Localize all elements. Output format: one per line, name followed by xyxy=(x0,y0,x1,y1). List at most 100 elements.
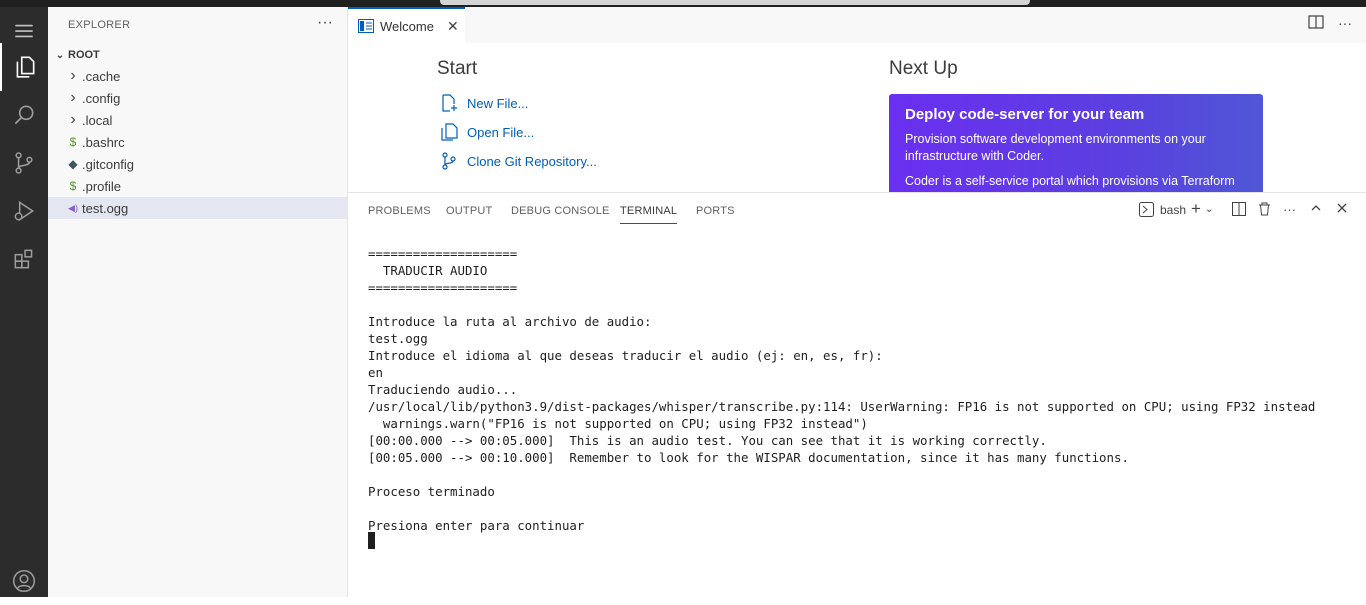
explorer-view-button[interactable] xyxy=(0,43,48,91)
tree-item[interactable]: ◀) test.ogg xyxy=(48,197,347,219)
trash-icon xyxy=(1259,202,1270,216)
welcome-page: Start New File... Open File... Clone Git… xyxy=(348,43,1366,192)
terminal-more-actions-button[interactable]: ··· xyxy=(1283,202,1296,217)
tree-item[interactable]: $ .bashrc xyxy=(48,131,347,153)
chevron-right-icon: › xyxy=(70,111,76,128)
root-folder-header[interactable]: ⌄ ROOT xyxy=(52,45,100,65)
terminal-line: test.ogg xyxy=(368,331,428,346)
maximize-panel-button[interactable] xyxy=(1310,202,1322,214)
terminal-line: TRADUCIR AUDIO xyxy=(368,263,488,278)
accounts-button[interactable] xyxy=(0,557,48,605)
hamburger-menu-icon xyxy=(15,24,33,38)
tree-item-label: .gitconfig xyxy=(82,156,135,172)
new-file-label: New File... xyxy=(467,95,529,111)
next-up-heading: Next Up xyxy=(889,58,958,79)
close-icon xyxy=(1337,203,1347,213)
chevron-up-icon xyxy=(1311,205,1321,211)
start-heading: Start xyxy=(437,58,478,79)
tree-item[interactable]: $ .profile xyxy=(48,175,347,197)
welcome-icon xyxy=(358,19,374,33)
split-editor-icon[interactable] xyxy=(1308,15,1324,32)
open-file-link[interactable]: Open File... xyxy=(440,121,534,143)
extensions-view-button[interactable] xyxy=(0,235,48,283)
tree-item-label: .local xyxy=(82,112,113,128)
terminal-line: Traduciendo audio... xyxy=(368,382,518,397)
shell-file-icon: $ xyxy=(69,179,77,193)
editor-tab-bar: Welcome ✕ ··· xyxy=(348,7,1366,43)
explorer-sidebar: EXPLORER ··· ⌄ ROOT › .cache › .config › .loc… xyxy=(48,7,348,597)
tree-item-label: .bashrc xyxy=(82,134,125,150)
clone-repo-link[interactable]: Clone Git Repository... xyxy=(440,150,597,172)
chevron-down-icon: ⌄ xyxy=(1204,203,1214,215)
terminal-icon xyxy=(1139,202,1154,217)
terminal-line: Proceso terminado xyxy=(368,484,495,499)
tab-debug-console[interactable]: DEBUG CONSOLE xyxy=(511,205,610,217)
tab-problems[interactable]: PROBLEMS xyxy=(368,205,431,217)
tree-item[interactable]: ◆ .gitconfig xyxy=(48,153,347,175)
account-icon xyxy=(12,569,36,593)
split-terminal-button[interactable] xyxy=(1232,202,1246,216)
new-file-link[interactable]: New File... xyxy=(440,92,528,114)
open-file-icon xyxy=(441,123,458,141)
activity-bar xyxy=(0,7,48,597)
source-control-icon xyxy=(15,152,33,174)
close-icon[interactable]: ✕ xyxy=(447,18,459,35)
terminal-line: Introduce el idioma al que deseas traduc… xyxy=(368,348,883,363)
terminal-line: [00:05.000 --> 00:10.000] Remember to lo… xyxy=(368,450,1129,465)
tree-item-label: .profile xyxy=(82,178,122,194)
files-icon xyxy=(16,56,35,78)
tree-item[interactable]: › .cache xyxy=(48,65,347,87)
close-panel-button[interactable] xyxy=(1336,202,1348,214)
window-top-strip xyxy=(0,0,1366,7)
audio-file-icon: ◀) xyxy=(68,202,78,213)
tab-welcome[interactable]: Welcome ✕ xyxy=(348,7,465,43)
root-folder-label: ROOT xyxy=(68,49,100,61)
shell-file-icon: $ xyxy=(69,135,77,149)
terminal-shell-label: bash xyxy=(1160,202,1187,217)
terminal-cursor xyxy=(368,532,375,549)
more-actions-icon: ··· xyxy=(1283,202,1296,217)
terminal-line: warnings.warn("FP16 is not supported on … xyxy=(368,416,868,431)
terminal-line: ==================== xyxy=(368,280,518,295)
extensions-icon xyxy=(14,249,33,269)
tree-item[interactable]: › .config xyxy=(48,87,347,109)
kill-terminal-button[interactable] xyxy=(1258,202,1271,216)
terminal-line: en xyxy=(368,365,383,380)
tab-label: Welcome xyxy=(380,18,434,34)
terminal-selector[interactable]: bash xyxy=(1139,202,1186,217)
coder-promo-card[interactable]: Deploy code-server for your team Provisi… xyxy=(889,94,1263,192)
terminal-line: /usr/local/lib/python3.9/dist-packages/w… xyxy=(368,399,1316,414)
tab-output[interactable]: OUTPUT xyxy=(446,205,492,217)
search-view-button[interactable] xyxy=(0,91,48,139)
tree-item-label: .cache xyxy=(82,68,121,84)
run-debug-view-button[interactable] xyxy=(0,187,48,235)
tree-item[interactable]: › .local xyxy=(48,109,347,131)
tree-item-label: .config xyxy=(82,90,121,106)
terminal-line: ==================== xyxy=(368,246,518,261)
tab-ports[interactable]: PORTS xyxy=(696,205,735,217)
terminal-output[interactable]: ==================== TRADUCIR AUDIO =====… xyxy=(368,245,1315,534)
tab-terminal[interactable]: TERMINAL xyxy=(620,205,678,224)
card-title: Deploy code-server for your team xyxy=(905,106,1145,123)
terminal-line: Presiona enter para continuar xyxy=(368,518,585,533)
title-bar-pill xyxy=(440,0,1030,5)
source-control-view-button[interactable] xyxy=(0,139,48,187)
open-file-label: Open File... xyxy=(467,124,535,140)
explorer-title: EXPLORER xyxy=(68,19,131,31)
source-control-icon xyxy=(442,152,456,170)
clone-repo-label: Clone Git Repository... xyxy=(467,153,597,169)
card-paragraph: Provision software development environme… xyxy=(905,132,1206,163)
new-file-icon xyxy=(442,94,457,112)
new-terminal-button[interactable]: + ⌄ xyxy=(1191,199,1213,219)
editor-area: Welcome ✕ ··· Start New File... Open Fil… xyxy=(348,7,1366,192)
plus-icon: + xyxy=(1191,199,1201,218)
explorer-more-actions-button[interactable]: ··· xyxy=(317,14,333,32)
split-terminal-icon xyxy=(1232,202,1246,216)
more-actions-icon[interactable]: ··· xyxy=(1338,15,1352,32)
terminal-line: Introduce la ruta al archivo de audio: xyxy=(368,314,652,329)
chevron-right-icon: › xyxy=(70,67,76,84)
search-icon xyxy=(14,105,34,125)
